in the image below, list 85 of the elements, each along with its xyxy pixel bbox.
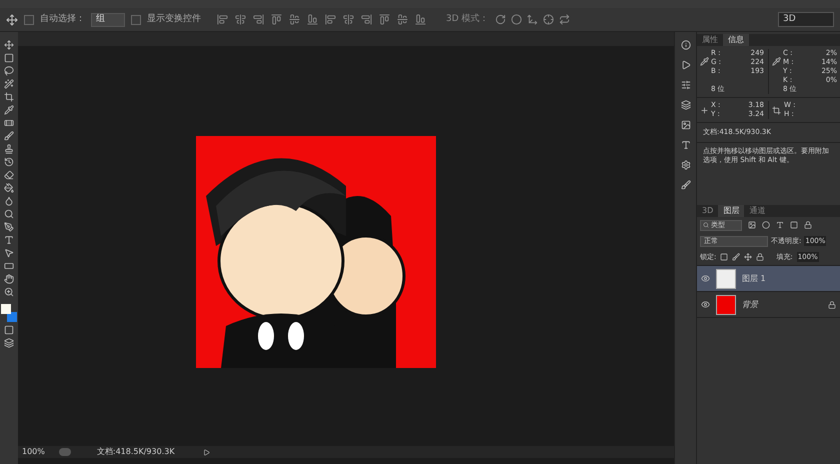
align-icon[interactable] bbox=[289, 14, 300, 25]
droplet-icon[interactable] bbox=[4, 196, 14, 206]
dock-panel-icon[interactable] bbox=[680, 160, 690, 170]
checkbox[interactable] bbox=[131, 14, 141, 24]
visibility-icon[interactable] bbox=[701, 274, 710, 283]
align-icon[interactable] bbox=[271, 14, 282, 25]
color-swatches-icon[interactable] bbox=[1, 304, 17, 322]
auto-select-label: 自动选择： bbox=[40, 12, 85, 26]
filter-icon[interactable] bbox=[790, 221, 798, 229]
layer-name: 背景 bbox=[742, 298, 758, 310]
eyedropper-icon bbox=[700, 57, 709, 66]
filter-icon[interactable] bbox=[748, 221, 756, 229]
layer-row[interactable]: 图层 1 bbox=[697, 266, 840, 292]
zoom-icon[interactable] bbox=[4, 287, 14, 297]
stamp-icon[interactable] bbox=[4, 144, 14, 154]
layer-row[interactable]: 背景 bbox=[697, 292, 840, 318]
zoom-level: 100% bbox=[22, 446, 45, 458]
lock-option-icon[interactable] bbox=[756, 252, 764, 261]
mode-3d-icon[interactable] bbox=[542, 14, 554, 25]
rectangle-icon[interactable] bbox=[4, 261, 14, 271]
type-icon[interactable] bbox=[4, 235, 14, 245]
crosshair-icon bbox=[700, 106, 709, 114]
play-icon[interactable] bbox=[202, 448, 210, 456]
panel-tab[interactable]: 属性 bbox=[697, 34, 723, 46]
lasso-icon[interactable] bbox=[4, 66, 14, 76]
checkbox[interactable] bbox=[24, 14, 34, 24]
lock-option-icon[interactable] bbox=[720, 252, 728, 261]
pointer-icon[interactable] bbox=[4, 248, 14, 258]
dock-panel-icon[interactable] bbox=[680, 80, 690, 90]
dock-panel-icon[interactable] bbox=[680, 40, 690, 50]
eyedropper-icon bbox=[772, 57, 781, 66]
align-icon[interactable] bbox=[379, 14, 390, 25]
panel-tab[interactable]: 信息 bbox=[723, 34, 749, 46]
move-tool-icon[interactable] bbox=[6, 14, 18, 26]
align-icon[interactable] bbox=[397, 14, 408, 25]
dock-panel-icon[interactable] bbox=[680, 140, 690, 150]
workspace-dropdown[interactable]: 3D bbox=[778, 12, 834, 27]
align-icon[interactable] bbox=[217, 14, 228, 25]
document-size: 文档:418.5K/930.3K bbox=[96, 446, 176, 458]
align-icon[interactable] bbox=[235, 14, 246, 25]
lock-option-icon[interactable] bbox=[732, 252, 740, 261]
dock-panel-icon[interactable] bbox=[680, 60, 690, 70]
mode-3d-icon[interactable] bbox=[558, 14, 570, 25]
eraser-icon[interactable] bbox=[4, 170, 14, 180]
marquee-icon[interactable] bbox=[4, 53, 14, 63]
transform-controls-label: 显示变换控件 bbox=[147, 12, 201, 26]
align-icon[interactable] bbox=[343, 14, 354, 25]
mode-3d-label: 3D 模式： bbox=[446, 12, 489, 26]
layer-name: 图层 1 bbox=[742, 272, 766, 284]
align-icon[interactable] bbox=[307, 14, 318, 25]
align-icon[interactable] bbox=[253, 14, 264, 25]
filter-icon[interactable] bbox=[804, 221, 812, 229]
align-icon[interactable] bbox=[415, 14, 426, 25]
layer-thumbnail bbox=[716, 294, 736, 314]
brush-icon[interactable] bbox=[4, 131, 14, 141]
filter-icon[interactable] bbox=[776, 221, 784, 229]
bandage-icon[interactable] bbox=[4, 118, 14, 128]
panel-tab[interactable]: 通道 bbox=[744, 204, 770, 216]
dock-panel-icon[interactable] bbox=[680, 100, 690, 110]
panel-tab[interactable]: 3D bbox=[697, 204, 718, 216]
auto-select-dropdown[interactable]: 组 bbox=[91, 12, 125, 26]
screen-mode-icon[interactable] bbox=[4, 338, 14, 348]
search-icon bbox=[703, 222, 709, 228]
dock-panel-icon[interactable] bbox=[680, 120, 690, 130]
history-brush-icon[interactable] bbox=[4, 157, 14, 167]
visibility-icon[interactable] bbox=[701, 300, 710, 309]
magnifier-icon[interactable] bbox=[4, 209, 14, 219]
filter-icon[interactable] bbox=[762, 221, 770, 229]
layer-thumbnail bbox=[716, 268, 736, 288]
pen-icon[interactable] bbox=[4, 222, 14, 232]
mode-3d-icon[interactable] bbox=[526, 14, 538, 25]
panel-tab[interactable]: 图层 bbox=[718, 204, 744, 216]
lock-option-icon[interactable] bbox=[744, 252, 752, 261]
eyedropper-icon[interactable] bbox=[4, 105, 14, 115]
dock-panel-icon[interactable] bbox=[680, 180, 690, 190]
mode-3d-icon[interactable] bbox=[494, 14, 506, 25]
crop-icon[interactable] bbox=[4, 92, 14, 102]
quick-mask-icon[interactable] bbox=[4, 325, 14, 335]
align-icon[interactable] bbox=[325, 14, 336, 25]
mode-3d-icon[interactable] bbox=[510, 14, 522, 25]
hand-icon[interactable] bbox=[4, 274, 14, 284]
move-icon[interactable] bbox=[4, 40, 14, 50]
align-icon[interactable] bbox=[361, 14, 372, 25]
bucket-icon[interactable] bbox=[4, 183, 14, 193]
wand-icon[interactable] bbox=[4, 79, 14, 89]
